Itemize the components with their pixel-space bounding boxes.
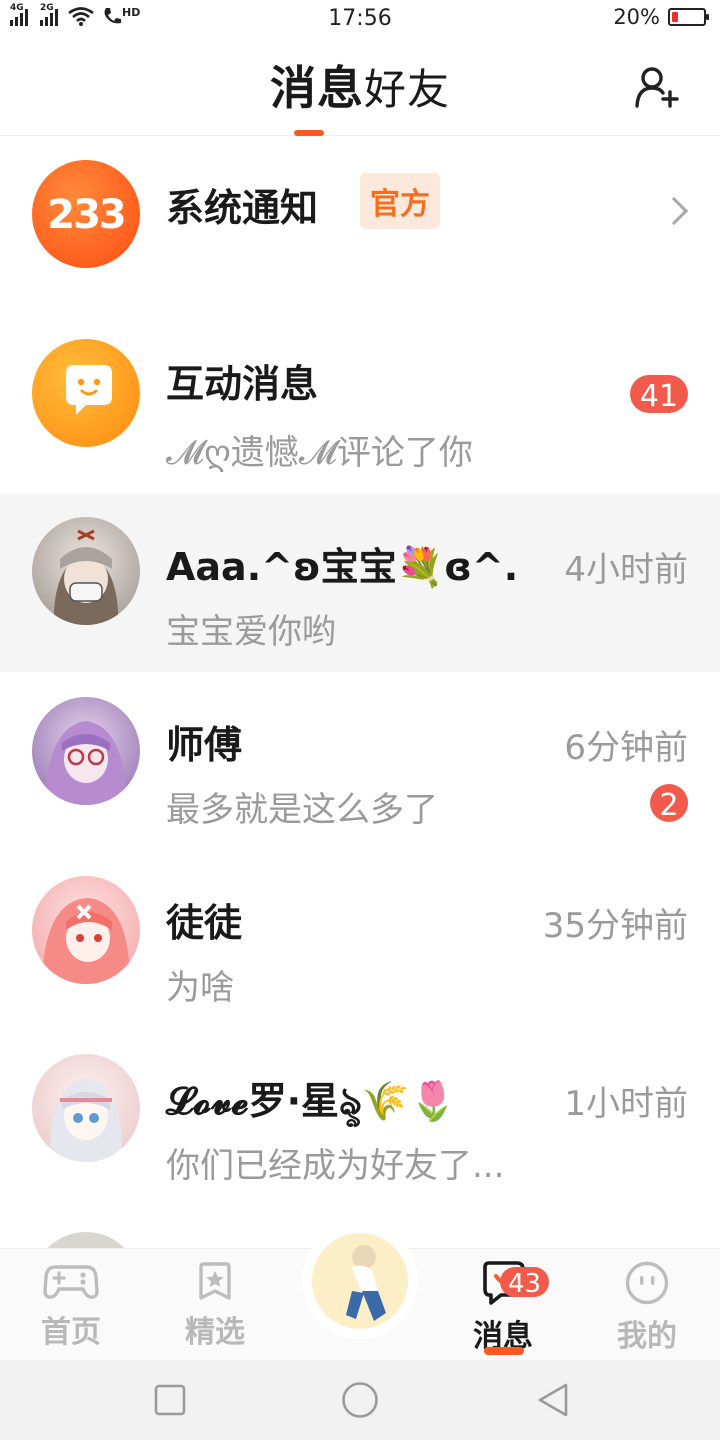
conversation-name: 互动消息: [166, 362, 319, 406]
back-icon[interactable]: [536, 1382, 570, 1418]
nav-home[interactable]: 首页: [16, 1261, 126, 1351]
user-avatar: [32, 697, 140, 805]
nav-featured[interactable]: 精选: [160, 1261, 270, 1351]
chat-bubble-icon: [66, 365, 112, 415]
status-bar: 4G 2G HD 17:56 20%: [0, 0, 720, 40]
recent-apps-icon[interactable]: [154, 1384, 186, 1416]
unread-badge: 2: [650, 784, 688, 822]
active-nav-underline: [484, 1347, 524, 1355]
tab-messages[interactable]: 消息: [270, 52, 364, 118]
user-avatar: [32, 1232, 140, 1248]
conversation-preview: 宝宝爱你哟: [166, 612, 336, 652]
active-tab-indicator: [294, 130, 324, 136]
conversation-preview: 为啥: [166, 968, 234, 1008]
list-item-chat[interactable]: Aaa.^ʚ宝宝💐ɞ^. 4小时前 宝宝爱你哟: [0, 494, 720, 672]
official-badge: 官方: [360, 173, 440, 229]
chevron-right-icon: [659, 196, 689, 226]
bottom-nav: 首页 精选 消息 43 我的: [0, 1223, 720, 1360]
home-icon[interactable]: [341, 1381, 379, 1419]
conversation-preview: 你们已经成为好友了...: [166, 1146, 505, 1186]
conversation-time: 6分钟前: [564, 728, 688, 768]
center-avatar-image: [312, 1233, 408, 1329]
list-item-chat[interactable]: 师傅 6分钟前 最多就是这么多了 2: [0, 672, 720, 850]
conversation-name: 系统通知: [166, 186, 319, 230]
conversation-time: 4小时前: [564, 550, 688, 590]
nav-home-label: 首页: [41, 1315, 101, 1350]
header: 消息好友: [0, 40, 720, 136]
battery-status: 20%: [613, 5, 709, 29]
battery-level: [672, 12, 678, 22]
smiley-face-icon: [625, 1261, 669, 1305]
gamepad-icon: [43, 1265, 99, 1299]
system-avatar: 233: [32, 160, 140, 268]
nav-featured-label: 精选: [185, 1315, 245, 1350]
list-item-chat[interactable]: 徒徒 35分钟前 为啥: [0, 850, 720, 1028]
conversation-name: 𝓛𝓸𝓿𝓮罗·星ৡ🌾🌷: [166, 1079, 457, 1123]
nav-mine[interactable]: 我的: [592, 1261, 702, 1355]
avatar-label: 233: [47, 192, 127, 238]
conversation-preview: 𝓜ღ遗憾𝓜评论了你: [166, 433, 473, 473]
messages-badge: 43: [500, 1267, 550, 1297]
list-item-system-notice[interactable]: 233 系统通知 官方: [0, 137, 720, 315]
nav-mine-label: 我的: [617, 1319, 677, 1354]
conversation-name: Aaa.^ʚ宝宝💐ɞ^.: [166, 545, 519, 589]
conversation-name: 徒徒: [166, 901, 243, 945]
battery-percent: 20%: [613, 5, 660, 29]
add-user-icon[interactable]: [634, 64, 680, 110]
clock: 17:56: [328, 6, 392, 31]
list-item-chat[interactable]: 𝓛𝓸𝓿𝓮罗·星ৡ🌾🌷 1小时前 你们已经成为好友了...: [0, 1028, 720, 1206]
conversation-name: 师傅: [166, 723, 243, 767]
bookmark-star-icon: [199, 1262, 231, 1300]
system-navigation-bar: [0, 1360, 720, 1440]
unread-badge: 41: [630, 375, 688, 413]
battery-icon: [668, 8, 709, 26]
user-avatar: [32, 1054, 140, 1162]
nav-center-avatar[interactable]: [302, 1223, 418, 1339]
nav-messages[interactable]: 消息 43: [448, 1261, 558, 1355]
header-tabs: 消息好友: [0, 52, 720, 118]
conversation-time: 35分钟前: [542, 906, 688, 946]
user-avatar: [32, 876, 140, 984]
interaction-avatar: [32, 339, 140, 447]
list-item-interactions[interactable]: 互动消息 𝓜ღ遗憾𝓜评论了你 41: [0, 315, 720, 493]
conversation-time: 1小时前: [564, 1084, 688, 1124]
tab-friends[interactable]: 好友: [364, 56, 450, 117]
conversation-preview: 最多就是这么多了: [166, 790, 438, 830]
user-avatar: [32, 517, 140, 625]
